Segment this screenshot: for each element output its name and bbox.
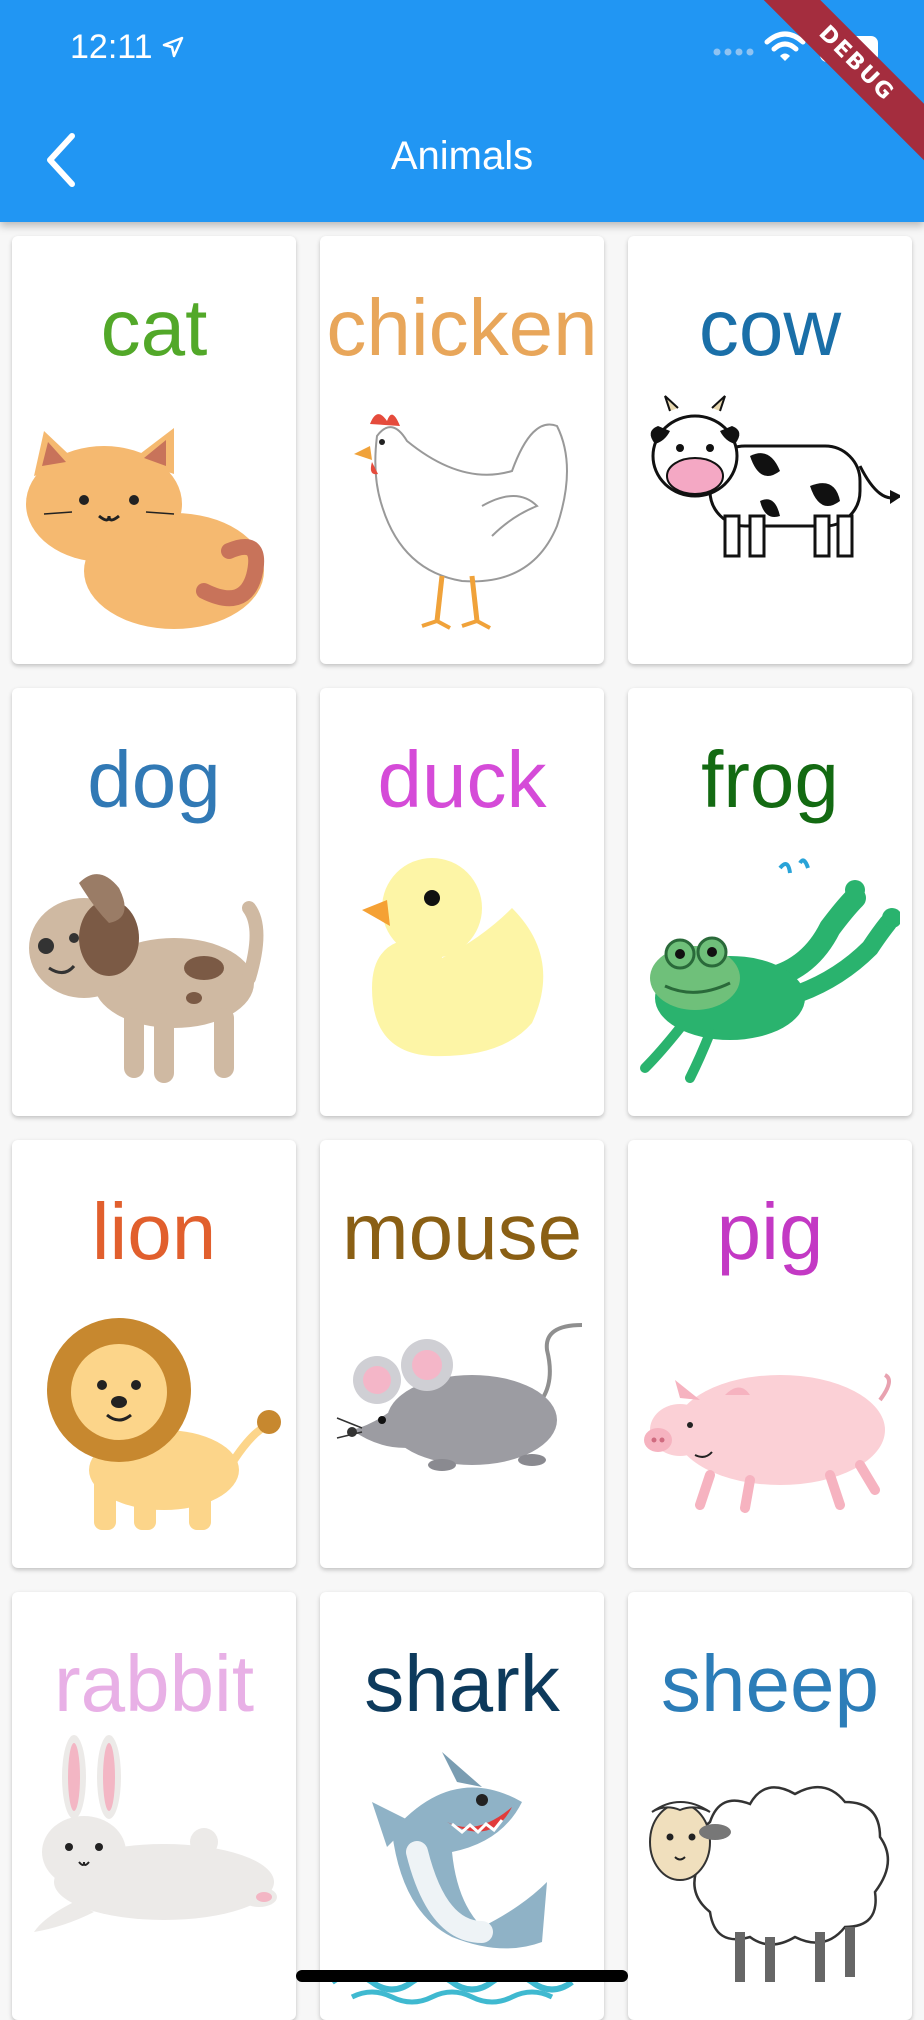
animal-grid: cat chicken cow dog duck frog lion mouse… xyxy=(12,236,912,2020)
animal-label: cat xyxy=(100,283,208,372)
animal-card[interactable]: dog xyxy=(12,688,296,1116)
animal-card[interactable]: chicken xyxy=(320,236,604,664)
animal-label: cow xyxy=(698,283,842,372)
chicken-icon xyxy=(354,414,568,630)
animal-label: lion xyxy=(91,1187,217,1276)
animal-card[interactable]: cow xyxy=(628,236,912,664)
mouse-icon xyxy=(336,1323,583,1471)
cellular-signal-icon xyxy=(713,48,754,56)
dog-icon xyxy=(29,874,264,1083)
animal-card[interactable]: lion xyxy=(12,1140,296,1568)
duck-icon xyxy=(362,858,544,1057)
animal-card[interactable]: sheep xyxy=(628,1592,912,2020)
rabbit-icon xyxy=(34,1735,277,1932)
sheep-icon xyxy=(649,1785,890,1982)
animal-card[interactable]: duck xyxy=(320,688,604,1116)
home-indicator[interactable] xyxy=(296,1970,628,1982)
cow-icon xyxy=(650,395,900,558)
animal-label: duck xyxy=(377,735,547,824)
animal-card[interactable]: mouse xyxy=(320,1140,604,1568)
animal-label: pig xyxy=(716,1187,824,1276)
animal-label: shark xyxy=(364,1639,560,1728)
lion-icon xyxy=(47,1318,281,1530)
animal-label: rabbit xyxy=(53,1639,255,1728)
animal-label: dog xyxy=(87,735,221,824)
animal-card[interactable]: frog xyxy=(628,688,912,1116)
app-bar: 12:11 Animals DEBUG xyxy=(0,0,924,222)
animal-card[interactable]: cat xyxy=(12,236,296,664)
animal-card[interactable]: rabbit xyxy=(12,1592,296,2020)
animal-label: sheep xyxy=(661,1639,879,1728)
page-title: Animals xyxy=(390,134,534,178)
pig-icon xyxy=(644,1373,891,1513)
animal-card[interactable]: pig xyxy=(628,1140,912,1568)
frog-icon xyxy=(640,858,900,1083)
animal-label: chicken xyxy=(326,283,598,372)
location-arrow-icon xyxy=(162,36,184,58)
status-time: 12:11 xyxy=(70,28,153,66)
animal-label: mouse xyxy=(341,1187,583,1276)
animal-card[interactable]: shark xyxy=(320,1592,604,2020)
animal-label: frog xyxy=(701,735,839,824)
cat-icon xyxy=(26,428,265,629)
